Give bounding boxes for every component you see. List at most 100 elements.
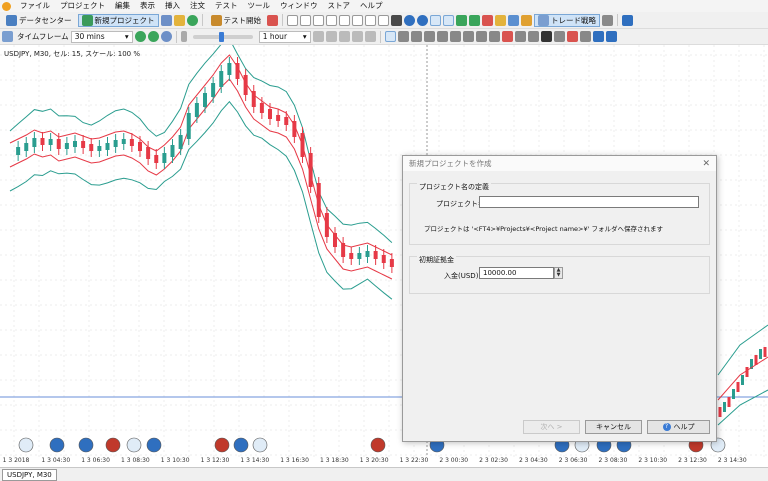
binoculars-icon[interactable] — [391, 14, 402, 26]
label-icon[interactable] — [488, 31, 500, 42]
fibonacci-icon[interactable] — [501, 31, 513, 42]
menu-insert[interactable]: 挿入 — [160, 0, 185, 12]
step-forward-icon[interactable] — [325, 31, 337, 42]
open-project-icon[interactable] — [160, 14, 172, 26]
stepper-down-icon[interactable]: ▼ — [555, 273, 562, 278]
template-icon[interactable] — [508, 14, 519, 26]
menu-order[interactable]: 注文 — [185, 0, 210, 12]
menu-edit[interactable]: 編集 — [110, 0, 135, 12]
text-tool-icon[interactable] — [475, 31, 487, 42]
timeframe-select[interactable]: 30 mins ▾ — [70, 30, 133, 43]
bar-chart-icon[interactable] — [482, 14, 493, 26]
menu-tools[interactable]: ツール — [243, 0, 276, 12]
menu-file[interactable]: ファイル — [15, 0, 55, 12]
page-icon[interactable] — [287, 14, 298, 26]
step-back-icon[interactable] — [312, 31, 324, 42]
bars-icon[interactable] — [443, 14, 454, 26]
candle-body — [324, 213, 329, 237]
test-start-button[interactable]: テスト開始 — [207, 14, 266, 27]
line-chart-icon[interactable] — [456, 14, 467, 26]
test-icon — [210, 14, 222, 26]
candle-body — [186, 113, 191, 139]
trade-strategy-button[interactable]: トレード戦略 — [534, 13, 600, 27]
calendar-event-icon — [214, 437, 230, 453]
crosshair-icon[interactable] — [397, 31, 409, 42]
page-copy-icon[interactable] — [326, 14, 337, 26]
andrews-pitchfork-icon[interactable] — [514, 31, 526, 42]
arrow-up-icon[interactable] — [134, 31, 146, 42]
status-bar: USDJPY, M30 — [0, 467, 768, 481]
candle-body — [316, 183, 321, 217]
menu-help[interactable]: ヘルプ — [355, 0, 388, 12]
arrow-down-icon[interactable] — [147, 31, 159, 42]
interval-select[interactable]: 1 hour ▾ — [258, 30, 311, 43]
data-center-button[interactable]: データセンター — [2, 14, 76, 27]
page-list-icon[interactable] — [352, 14, 363, 26]
candle-body — [243, 75, 248, 95]
zoom-in-icon[interactable] — [404, 14, 415, 26]
ray-icon[interactable] — [449, 31, 461, 42]
line-style-icon[interactable] — [553, 31, 565, 42]
regression-icon[interactable] — [527, 31, 539, 42]
dialog-title: 新規プロジェクトを作成 — [409, 159, 492, 168]
deposit-stepper[interactable]: ▲ ▼ — [554, 267, 563, 279]
end-icon[interactable] — [364, 31, 376, 42]
calendar-event-icon — [126, 437, 142, 453]
x-tick-label: 2 3 00:30 — [439, 457, 469, 464]
candle-body — [129, 139, 134, 146]
menu-project[interactable]: プロジェクト — [55, 0, 110, 12]
candle-body — [292, 121, 297, 137]
cancel-button[interactable]: キャンセル — [585, 420, 642, 434]
calculator-icon[interactable] — [602, 14, 613, 26]
delete-objects-icon[interactable] — [605, 31, 617, 42]
channel-icon[interactable] — [462, 31, 474, 42]
candle-body — [381, 255, 386, 263]
page-edit-icon[interactable] — [365, 14, 376, 26]
menu-test[interactable]: テスト — [210, 0, 243, 12]
new-project-icon — [81, 14, 93, 26]
refresh-icon[interactable] — [186, 14, 198, 26]
horizontal-line-icon[interactable] — [423, 31, 435, 42]
candle-chart-icon[interactable] — [469, 14, 480, 26]
close-icon[interactable]: ✕ — [702, 159, 710, 169]
toolbar-separator — [175, 30, 177, 43]
color-icon[interactable] — [566, 31, 578, 42]
window-icon[interactable] — [622, 14, 633, 26]
fast-forward-icon[interactable] — [338, 31, 350, 42]
menu-view[interactable]: 表示 — [135, 0, 160, 12]
pause-icon[interactable] — [180, 31, 187, 42]
cursor-icon[interactable] — [384, 31, 396, 42]
drawing-tools-icon[interactable] — [579, 31, 591, 42]
page-p-icon[interactable] — [300, 14, 311, 26]
menu-window[interactable]: ウィンドウ — [275, 0, 323, 12]
next-button[interactable]: 次へ > — [523, 420, 580, 434]
font-icon[interactable] — [540, 31, 552, 42]
trend-line-icon[interactable] — [436, 31, 448, 42]
sync-icon[interactable] — [160, 31, 172, 42]
candles-icon[interactable] — [430, 14, 441, 26]
chart-icon[interactable] — [267, 14, 278, 26]
speed-slider[interactable] — [192, 31, 253, 42]
vertical-line-icon[interactable] — [410, 31, 422, 42]
deposit-input[interactable]: 10000.00 — [479, 267, 554, 279]
pencil-icon[interactable] — [521, 14, 532, 26]
grid-icon[interactable] — [592, 31, 604, 42]
menu-store[interactable]: ストア — [323, 0, 356, 12]
project-name-input[interactable] — [479, 196, 699, 208]
save-project-icon[interactable] — [173, 14, 185, 26]
page-text-icon[interactable] — [339, 14, 350, 26]
chart-tab[interactable]: USDJPY, M30 — [2, 469, 57, 481]
help-button[interactable]: ? ヘルプ — [647, 420, 710, 434]
skip-icon[interactable] — [351, 31, 363, 42]
x-tick-label: 1 3 04:30 — [41, 457, 71, 464]
chart-window-icon[interactable] — [2, 31, 13, 42]
slider-knob[interactable] — [218, 31, 224, 42]
indicator-icon[interactable] — [495, 14, 506, 26]
page-s-icon[interactable] — [313, 14, 324, 26]
page-grid-icon[interactable] — [378, 14, 389, 26]
toolbar-separator — [201, 14, 203, 26]
candle-body — [741, 375, 744, 385]
new-project-button[interactable]: 新規プロジェクト — [77, 13, 159, 27]
candle-body — [759, 349, 762, 359]
zoom-out-icon[interactable] — [417, 14, 428, 26]
